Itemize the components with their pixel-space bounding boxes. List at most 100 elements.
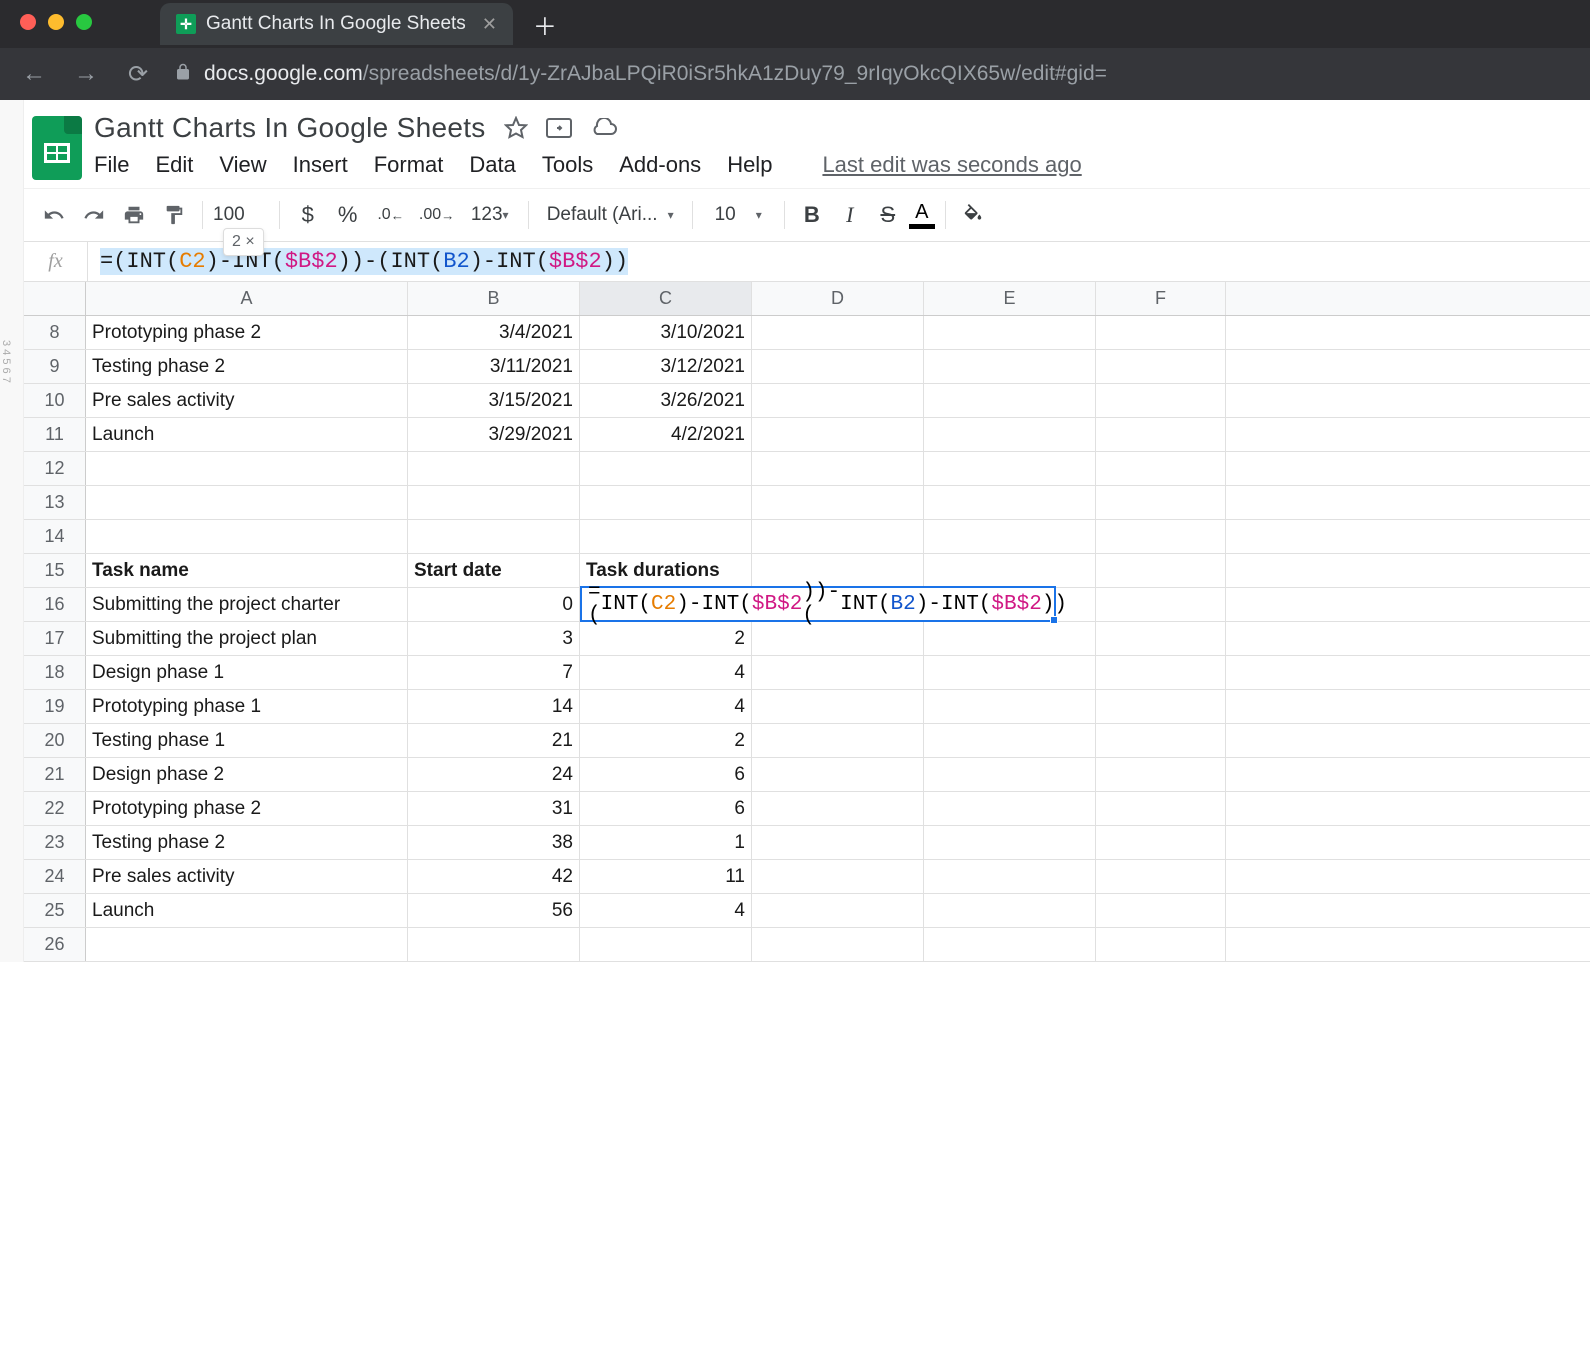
cell[interactable]	[86, 520, 408, 553]
cell[interactable]	[924, 350, 1096, 383]
menu-edit[interactable]: Edit	[155, 152, 193, 178]
cell[interactable]: Task name	[86, 554, 408, 587]
reload-button[interactable]: ⟳	[122, 58, 154, 90]
decrease-decimal-button[interactable]: .0←	[370, 197, 412, 233]
fill-color-button[interactable]	[956, 198, 990, 232]
new-tab-button[interactable]: ＋	[533, 7, 557, 42]
cell[interactable]	[752, 826, 924, 859]
cell[interactable]: Launch	[86, 894, 408, 927]
column-header-B[interactable]: B	[408, 282, 580, 315]
cell[interactable]	[1096, 554, 1226, 587]
row-header[interactable]: 19	[24, 690, 86, 723]
cell[interactable]: 3/15/2021	[408, 384, 580, 417]
cell[interactable]: Pre sales activity	[86, 860, 408, 893]
cell[interactable]	[924, 758, 1096, 791]
cell[interactable]: Prototyping phase 2	[86, 316, 408, 349]
cell[interactable]: 3/10/2021	[580, 316, 752, 349]
row-header[interactable]: 11	[24, 418, 86, 451]
cell[interactable]	[752, 656, 924, 689]
cell[interactable]: 2	[580, 622, 752, 655]
italic-button[interactable]: I	[833, 198, 867, 232]
cell[interactable]	[752, 486, 924, 519]
cell[interactable]	[752, 928, 924, 961]
cell[interactable]: 38	[408, 826, 580, 859]
cell[interactable]: Prototyping phase 2	[86, 792, 408, 825]
cell[interactable]: 3/29/2021	[408, 418, 580, 451]
column-header-C[interactable]: C	[580, 282, 752, 315]
maximize-window[interactable]	[76, 14, 92, 30]
currency-button[interactable]: $	[290, 197, 326, 233]
cell[interactable]	[752, 316, 924, 349]
cell[interactable]	[924, 622, 1096, 655]
redo-button[interactable]	[76, 197, 112, 233]
cell[interactable]	[752, 724, 924, 757]
cell[interactable]: 4/2/2021	[580, 418, 752, 451]
close-window[interactable]	[20, 14, 36, 30]
cell[interactable]: 2	[580, 724, 752, 757]
cell[interactable]: Design phase 2	[86, 758, 408, 791]
cell[interactable]	[1096, 860, 1226, 893]
cell[interactable]: Task durations	[580, 554, 752, 587]
menu-insert[interactable]: Insert	[293, 152, 348, 178]
forward-button[interactable]: →	[70, 58, 102, 90]
cell[interactable]	[408, 520, 580, 553]
column-header-E[interactable]: E	[924, 282, 1096, 315]
row-header[interactable]: 16	[24, 588, 86, 621]
cell[interactable]	[924, 826, 1096, 859]
cell[interactable]	[924, 792, 1096, 825]
cell[interactable]	[1096, 656, 1226, 689]
cell[interactable]	[1096, 826, 1226, 859]
cell[interactable]: 3/12/2021	[580, 350, 752, 383]
cell[interactable]	[924, 520, 1096, 553]
cell[interactable]	[924, 452, 1096, 485]
cell[interactable]	[752, 554, 924, 587]
menu-data[interactable]: Data	[469, 152, 515, 178]
last-edit-link[interactable]: Last edit was seconds ago	[822, 152, 1081, 178]
cell[interactable]: 3/4/2021	[408, 316, 580, 349]
menu-addons[interactable]: Add-ons	[619, 152, 701, 178]
cell[interactable]	[580, 928, 752, 961]
row-header[interactable]: 8	[24, 316, 86, 349]
minimize-window[interactable]	[48, 14, 64, 30]
row-header[interactable]: 14	[24, 520, 86, 553]
back-button[interactable]: ←	[18, 58, 50, 90]
cell[interactable]: 56	[408, 894, 580, 927]
cell[interactable]	[752, 418, 924, 451]
select-all-corner[interactable]	[24, 282, 86, 315]
cell[interactable]	[752, 520, 924, 553]
number-format-button[interactable]: 123 ▾	[462, 197, 518, 233]
cell[interactable]: Submitting the project plan	[86, 622, 408, 655]
move-icon[interactable]	[546, 118, 572, 138]
column-header-F[interactable]: F	[1096, 282, 1226, 315]
row-header[interactable]: 15	[24, 554, 86, 587]
cell[interactable]: 4	[580, 656, 752, 689]
font-family-selector[interactable]: Default (Ari... ▾	[539, 200, 682, 230]
star-icon[interactable]	[504, 116, 528, 140]
percent-button[interactable]: %	[330, 197, 366, 233]
cell[interactable]	[86, 486, 408, 519]
cell[interactable]	[924, 894, 1096, 927]
cell[interactable]	[752, 758, 924, 791]
cell[interactable]: 3/11/2021	[408, 350, 580, 383]
cell[interactable]	[1096, 384, 1226, 417]
cell[interactable]	[1096, 520, 1226, 553]
cell[interactable]: 1	[580, 826, 752, 859]
text-color-button[interactable]: A	[909, 201, 935, 229]
cell[interactable]: Launch	[86, 418, 408, 451]
cell[interactable]: 3/26/2021	[580, 384, 752, 417]
cell[interactable]	[1096, 792, 1226, 825]
address-bar[interactable]: docs.google.com/spreadsheets/d/1y-ZrAJba…	[174, 62, 1572, 86]
cell[interactable]	[1096, 452, 1226, 485]
cell[interactable]	[924, 690, 1096, 723]
cell[interactable]	[1096, 758, 1226, 791]
cell[interactable]	[580, 452, 752, 485]
cell[interactable]	[752, 384, 924, 417]
cell[interactable]	[1096, 316, 1226, 349]
cell[interactable]: Design phase 1	[86, 656, 408, 689]
cell[interactable]	[924, 588, 1096, 621]
cell[interactable]	[408, 486, 580, 519]
font-size-selector[interactable]: 10 ▾	[703, 200, 774, 230]
cell[interactable]	[408, 928, 580, 961]
cell[interactable]	[924, 724, 1096, 757]
cell[interactable]: 0	[408, 588, 580, 621]
